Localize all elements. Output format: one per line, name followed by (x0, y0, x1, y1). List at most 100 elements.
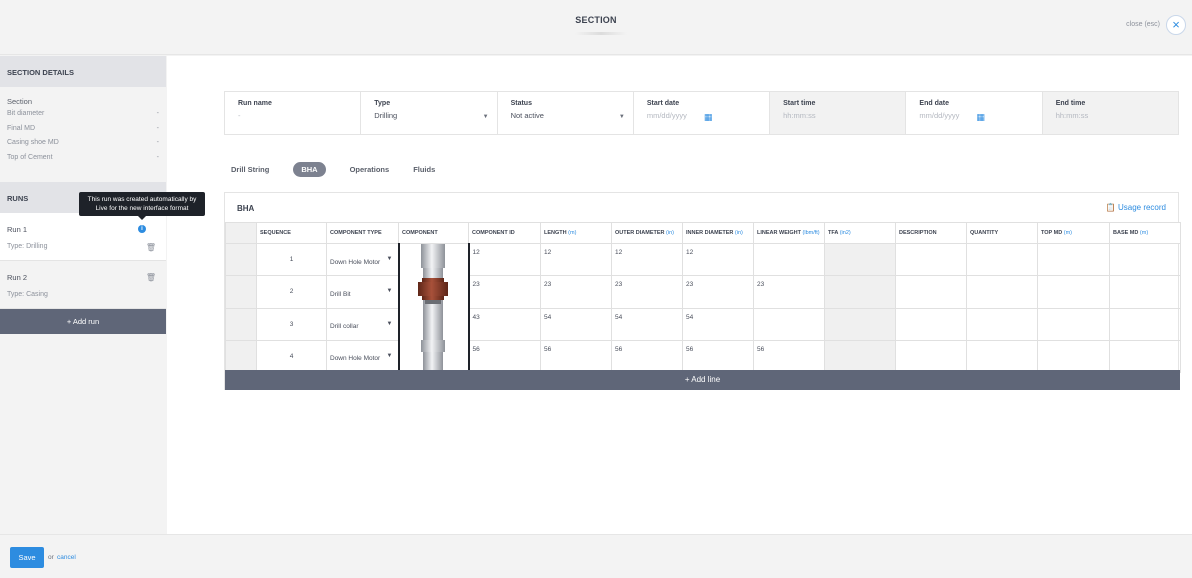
bha-table: SEQUENCE COMPONENT TYPE COMPONENT COMPON… (225, 222, 1181, 374)
run-type: Type: Casing (7, 291, 48, 298)
start-date-field[interactable]: Start date mm/dd/yyyy ▦ (634, 92, 771, 134)
field-label: Run name (238, 100, 272, 107)
trash-icon[interactable]: 🗑 (146, 243, 156, 252)
base-md-cell[interactable] (1109, 339, 1181, 374)
run-fields: Run name - Type Drilling ▼ Status Not ac… (224, 91, 1179, 135)
add-run-button[interactable]: + Add run (0, 309, 166, 334)
field-value[interactable]: mm/dd/yyyy (647, 111, 756, 120)
field-label: Start time (783, 100, 816, 107)
component-type-select[interactable]: Drill collar ▼ (326, 307, 399, 341)
field-value: hh:mm:ss (1055, 111, 1089, 120)
inner-diameter-cell[interactable]: 54 (682, 307, 754, 341)
outer-diameter-cell[interactable]: 56 (611, 339, 683, 374)
tab-bar: Drill String BHA Operations Fluids (231, 162, 459, 177)
component-type-select[interactable]: Down Hole Motor ▼ (326, 242, 399, 277)
component-type-select[interactable]: Down Hole Motor ▼ (326, 339, 399, 374)
table-row: 1 Down Hole Motor ▼ 12 12 12 12 (225, 242, 1181, 373)
caret-down-icon[interactable]: ▼ (387, 288, 393, 294)
linear-weight-cell[interactable]: 23 (753, 275, 825, 309)
cancel-link[interactable]: cancel (57, 554, 76, 561)
save-button[interactable]: Save (10, 547, 44, 568)
base-md-cell[interactable] (1109, 307, 1181, 341)
component-id-cell[interactable]: 43 (468, 307, 541, 341)
component-type-select[interactable]: Drill Bit ▼ (326, 275, 399, 309)
quantity-cell[interactable] (966, 275, 1038, 309)
trash-icon[interactable]: 🗑 (146, 273, 156, 282)
linear-weight-cell[interactable]: 56 (753, 339, 825, 374)
inner-diameter-cell[interactable]: 56 (682, 339, 754, 374)
component-id-cell[interactable]: 56 (468, 339, 541, 374)
top-md-cell[interactable] (1037, 242, 1110, 277)
length-cell[interactable]: 56 (540, 339, 612, 374)
caret-down-icon[interactable]: ▼ (387, 321, 393, 327)
run-tooltip: This run was created automatically by Li… (79, 192, 205, 220)
field-value: hh:mm:ss (783, 111, 816, 120)
outer-diameter-cell[interactable]: 23 (611, 275, 683, 309)
detail-row: Casing shoe MD - (7, 139, 159, 154)
base-md-cell[interactable] (1109, 242, 1181, 277)
status-select[interactable]: Status Not active ▼ (498, 92, 634, 134)
column-header: OUTER DIAMETER (in) (611, 222, 683, 244)
run-name-field[interactable]: Run name - (225, 92, 362, 134)
table-header-row: SEQUENCE COMPONENT TYPE COMPONENT COMPON… (225, 222, 1181, 244)
caret-down-icon[interactable]: ▼ (619, 114, 625, 120)
description-cell[interactable] (895, 339, 967, 374)
quantity-cell[interactable] (966, 242, 1038, 277)
field-value[interactable]: Drilling (374, 111, 483, 120)
run-name: Run 1 (7, 225, 28, 234)
top-md-cell[interactable] (1037, 339, 1110, 374)
sequence-cell: 4 (256, 339, 327, 374)
row-handle[interactable] (225, 307, 257, 341)
close-label[interactable]: close (esc) (1126, 21, 1160, 28)
outer-diameter-cell[interactable]: 54 (611, 307, 683, 341)
quantity-cell[interactable] (966, 339, 1038, 374)
inner-diameter-cell[interactable]: 12 (682, 242, 754, 277)
close-icon[interactable]: × (1166, 15, 1186, 35)
bha-title: BHA (237, 204, 255, 213)
row-handle[interactable] (225, 242, 257, 277)
run-item-1[interactable]: Run 1 Type: Drilling i 🗑 (0, 213, 166, 261)
column-header: COMPONENT ID (468, 222, 541, 244)
outer-diameter-cell[interactable]: 12 (611, 242, 683, 277)
add-line-button[interactable]: + Add line (225, 370, 1180, 390)
linear-weight-cell[interactable] (753, 307, 825, 341)
info-icon[interactable]: i (138, 225, 146, 233)
inner-diameter-cell[interactable]: 23 (682, 275, 754, 309)
tab-fluids[interactable]: Fluids (413, 165, 435, 174)
tab-drill-string[interactable]: Drill String (231, 165, 269, 174)
caret-down-icon[interactable]: ▼ (387, 353, 393, 359)
run-item-2[interactable]: Run 2 Type: Casing 🗑 (0, 261, 166, 309)
length-cell[interactable]: 23 (540, 275, 612, 309)
component-id-cell[interactable]: 23 (468, 275, 541, 309)
field-value[interactable]: - (238, 111, 347, 120)
field-value[interactable]: mm/dd/yyyy (919, 111, 1028, 120)
usage-label: Usage record (1117, 203, 1166, 212)
quantity-cell[interactable] (966, 307, 1038, 341)
usage-record-link[interactable]: 📋 Usage record (1106, 203, 1166, 212)
top-md-cell[interactable] (1037, 275, 1110, 309)
component-id-cell[interactable]: 12 (468, 242, 541, 277)
end-date-field[interactable]: End date mm/dd/yyyy ▦ (906, 92, 1043, 134)
table-row: 3 Drill collar ▼ 43 54 54 54 (225, 307, 1181, 341)
row-handle[interactable] (225, 275, 257, 309)
top-bar: SECTION close (esc) × (0, 0, 1192, 55)
caret-down-icon[interactable]: ▼ (387, 256, 393, 262)
linear-weight-cell[interactable] (753, 242, 825, 277)
tab-operations[interactable]: Operations (350, 165, 390, 174)
length-cell[interactable]: 54 (540, 307, 612, 341)
type-select[interactable]: Type Drilling ▼ (361, 92, 498, 134)
description-cell[interactable] (895, 275, 967, 309)
base-md-cell[interactable] (1109, 275, 1181, 309)
description-cell[interactable] (895, 242, 967, 277)
tab-bha[interactable]: BHA (293, 162, 326, 177)
calendar-icon[interactable]: ▦ (976, 112, 985, 123)
caret-down-icon[interactable]: ▼ (483, 114, 489, 120)
detail-value: - (156, 153, 159, 161)
end-time-field: End time hh:mm:ss (1042, 92, 1178, 134)
calendar-icon[interactable]: ▦ (704, 112, 713, 123)
description-cell[interactable] (895, 307, 967, 341)
field-value[interactable]: Not active (511, 111, 620, 120)
top-md-cell[interactable] (1037, 307, 1110, 341)
length-cell[interactable]: 12 (540, 242, 612, 277)
row-handle[interactable] (225, 339, 257, 374)
